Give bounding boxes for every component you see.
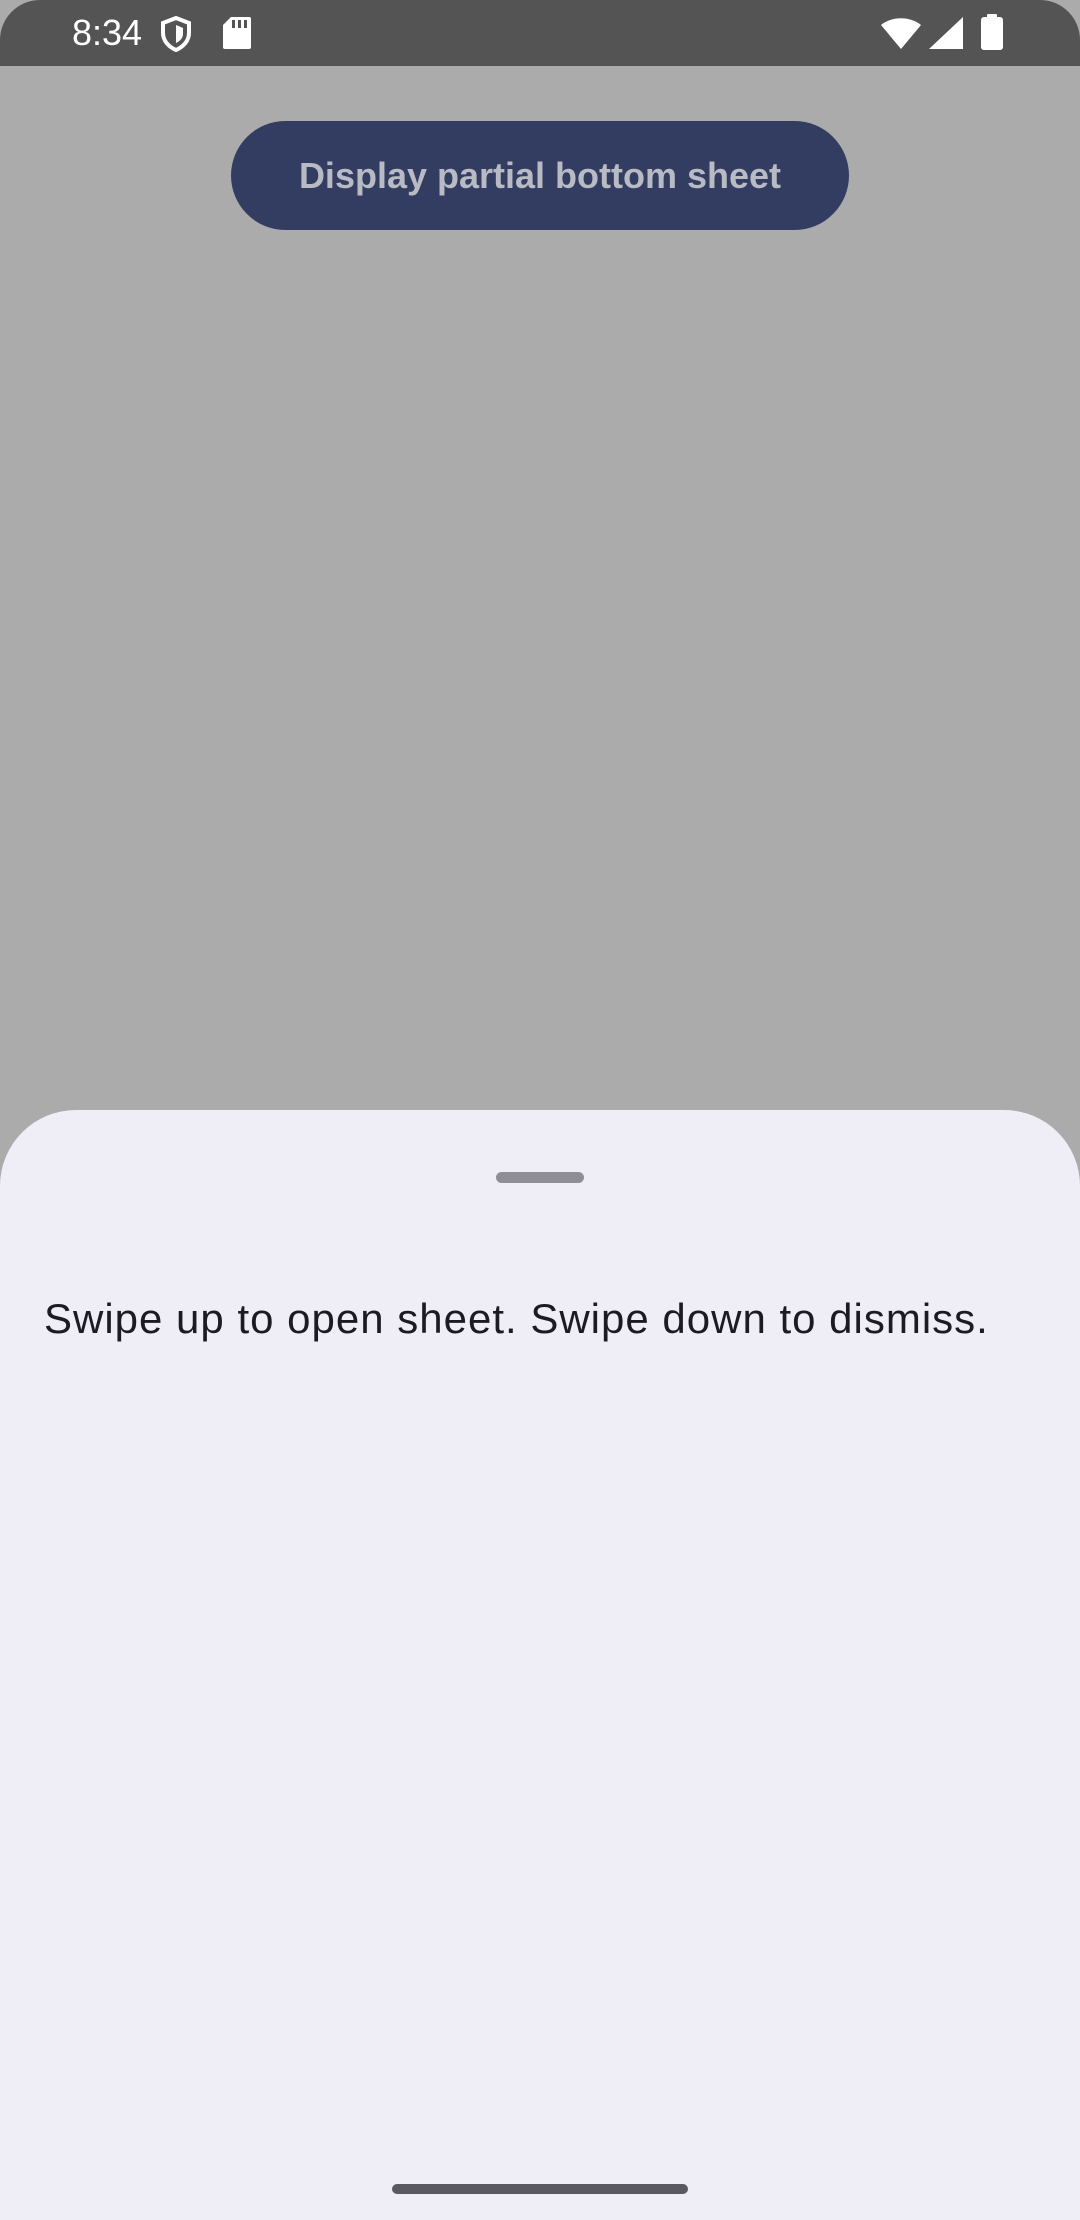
cell-signal-icon — [929, 17, 963, 49]
drag-handle[interactable] — [496, 1172, 584, 1183]
wifi-icon — [881, 18, 921, 49]
status-time: 8:34 — [72, 12, 143, 53]
status-bar: 8:34 — [0, 0, 1080, 66]
sd-card-icon — [223, 17, 251, 49]
sheet-instructions-text: Swipe up to open sheet. Swipe down to di… — [44, 1295, 989, 1342]
battery-icon — [981, 14, 1003, 50]
gesture-nav-handle[interactable] — [392, 2184, 688, 2194]
display-partial-bottom-sheet-button[interactable]: Display partial bottom sheet — [231, 121, 849, 230]
shield-icon — [161, 16, 191, 52]
screen: 8:34 Display partial bottom sheet Swipe … — [0, 0, 1080, 2220]
bottom-sheet[interactable]: Swipe up to open sheet. Swipe down to di… — [0, 1110, 1080, 2220]
